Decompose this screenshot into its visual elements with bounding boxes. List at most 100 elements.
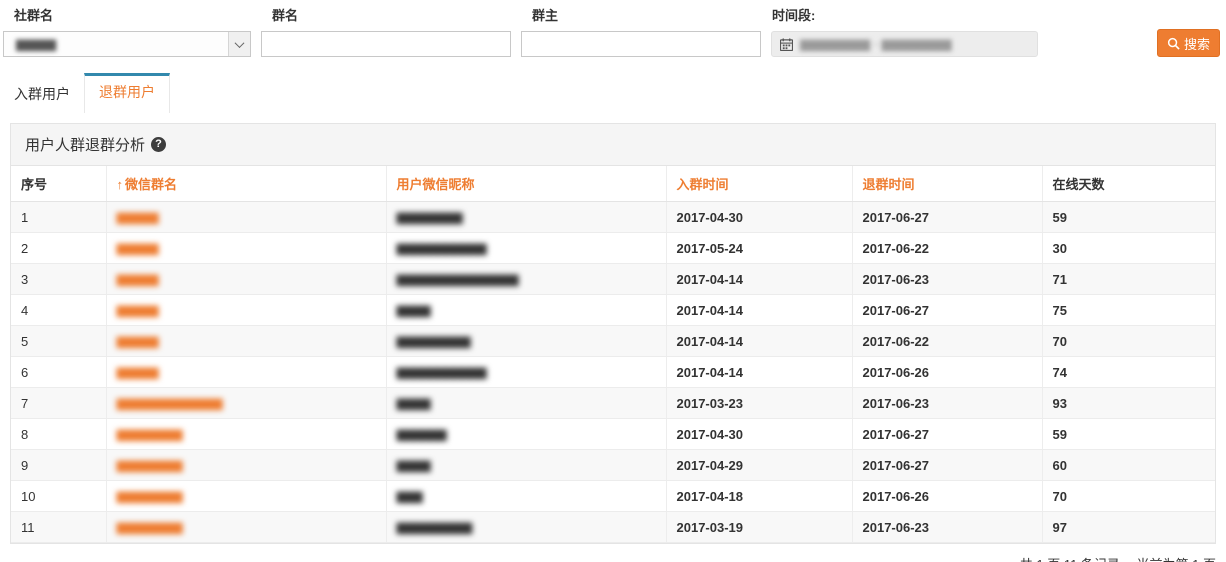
join-date-cell: 2017-04-14 bbox=[665, 356, 852, 388]
leave-date-cell: 2017-06-26 bbox=[851, 480, 1042, 512]
period-date-range-input[interactable]: ▆▆▆▆▆▆▆ - ▆▆▆▆▆▆▆ bbox=[771, 31, 1038, 57]
col-header-index: 序号 bbox=[11, 166, 106, 202]
table-row: 9 ▆▆▆▆▆▆▆▆ ▆▆▆▆ 2017-04-29 2017-06-27 60 bbox=[11, 449, 1215, 481]
calendar-icon bbox=[780, 37, 793, 51]
table-row: 5 ▆▆▆▆▆ ▆▆▆▆▆▆▆▆▆ 2017-04-14 2017-06-22 70 bbox=[11, 325, 1215, 357]
tab-bar: 入群用户 退群用户 bbox=[0, 73, 1226, 113]
col-header-nickname[interactable]: 用户微信昵称 bbox=[385, 166, 666, 202]
owner-input[interactable] bbox=[521, 31, 761, 57]
group-name-link[interactable]: ▆▆▆▆▆▆▆▆ bbox=[117, 457, 183, 472]
nickname-cell: ▆▆▆ bbox=[385, 480, 666, 512]
nickname-cell: ▆▆▆ ▆▆▆▆▆▆ bbox=[385, 511, 666, 543]
group-name-link[interactable]: ▆▆▆▆▆ bbox=[117, 364, 159, 379]
online-days-cell: 59 bbox=[1041, 201, 1215, 233]
nickname-cell: ▆▆▆▆▆▆▆▆▆ bbox=[385, 325, 666, 357]
online-days-cell: 97 bbox=[1041, 511, 1215, 543]
online-days-cell: 70 bbox=[1041, 480, 1215, 512]
leave-date-cell: 2017-06-27 bbox=[851, 294, 1042, 326]
group-name-link[interactable]: ▆▆▆▆▆▆▆▆ bbox=[117, 426, 183, 441]
row-number-cell: 10 bbox=[11, 480, 106, 512]
group-name-cell: ▆▆▆▆▆▆▆▆▆▆▆▆▆ bbox=[105, 387, 386, 419]
group-name-cell: ▆▆▆▆▆ bbox=[105, 201, 386, 233]
nickname-text: ▆▆▆▆▆▆▆▆▆▆▆ bbox=[396, 364, 487, 379]
nickname-text: ▆▆▆▆ bbox=[396, 395, 431, 410]
group-name-cell: ▆▆▆▆▆ bbox=[105, 232, 386, 264]
row-number-cell: 6 bbox=[11, 356, 106, 388]
join-date-cell: 2017-05-24 bbox=[665, 232, 852, 264]
join-date-cell: 2017-03-19 bbox=[665, 511, 852, 543]
group-name-cell: ▆▆▆▆▆▆▆▆ bbox=[105, 480, 386, 512]
table-row: 1 ▆▆▆▆▆ ▆▆▆▆▆▆▆▆ 2017-04-30 2017-06-27 59 bbox=[11, 201, 1215, 233]
col-header-group-name[interactable]: ↑ 微信群名 bbox=[105, 166, 386, 202]
pagination-summary: 共 1 页 11 条记录 ，当前为第 1 页 bbox=[10, 554, 1216, 562]
table-row: 7 ▆▆▆▆▆▆▆▆▆▆▆▆▆ ▆▆▆▆ 2017-03-23 2017-06-23 93 bbox=[11, 387, 1215, 419]
leave-date-cell: 2017-06-22 bbox=[851, 325, 1042, 357]
period-value: ▆▆▆▆▆▆▆ - ▆▆▆▆▆▆▆ bbox=[800, 36, 952, 51]
nickname-text: ▆▆▆ bbox=[396, 488, 423, 503]
table-row: 10 ▆▆▆▆▆▆▆▆ ▆▆▆ 2017-04-18 2017-06-26 70 bbox=[11, 480, 1215, 512]
row-number-cell: 11 bbox=[11, 511, 106, 543]
group-name-link[interactable]: ▆▆▆▆▆ bbox=[117, 271, 159, 286]
online-days-cell: 93 bbox=[1041, 387, 1215, 419]
group-name-cell: ▆▆▆▆▆▆▆▆ bbox=[105, 511, 386, 543]
nickname-cell: ▆▆▆▆▆▆▆▆ bbox=[385, 201, 666, 233]
nickname-cell: ▆▆▆▆▆▆ bbox=[385, 418, 666, 450]
group-name-link[interactable]: ▆▆▆▆▆ bbox=[117, 333, 159, 348]
panel-title: 用户人群退群分析 bbox=[25, 137, 146, 154]
col-header-leave-date[interactable]: 退群时间 bbox=[851, 166, 1042, 202]
online-days-cell: 74 bbox=[1041, 356, 1215, 388]
group-name-cell: ▆▆▆▆▆ bbox=[105, 294, 386, 326]
join-date-cell: 2017-04-14 bbox=[665, 325, 852, 357]
col-header-join-date[interactable]: 入群时间 bbox=[665, 166, 852, 202]
join-date-cell: 2017-04-30 bbox=[665, 201, 852, 233]
leave-date-cell: 2017-06-26 bbox=[851, 356, 1042, 388]
group-name-link[interactable]: ▆▆▆▆▆ bbox=[117, 209, 159, 224]
filter-bar: 社群名 ▆▆▆▆ 群名 群主 时间段: ▆▆▆▆▆▆▆ - ▆▆▆▆▆▆▆ 搜索 bbox=[0, 0, 1226, 57]
nickname-text: ▆▆▆▆▆▆▆▆▆▆▆ bbox=[396, 240, 487, 255]
select-dropdown-button[interactable] bbox=[228, 32, 250, 56]
group-name-cell: ▆▆▆▆▆ bbox=[105, 263, 386, 295]
nickname-text: ▆▆▆▆▆▆▆▆▆▆▆▆▆▆▆ bbox=[396, 271, 519, 286]
table-row: 6 ▆▆▆▆▆ ▆▆▆▆▆▆▆▆▆▆▆ 2017-04-14 2017-06-26 74 bbox=[11, 356, 1215, 388]
period-label: 时间段: bbox=[772, 8, 816, 23]
nickname-cell: ▆▆▆▆ bbox=[385, 387, 666, 419]
group-name-cell: ▆▆▆▆▆ bbox=[105, 325, 386, 357]
leave-analysis-panel: 用户人群退群分析 ? 序号 ↑ 微信群名 用户微信昵称 入群时间 退群时间 在线天… bbox=[10, 123, 1216, 544]
table-row: 11 ▆▆▆▆▆▆▆▆ ▆▆▆ ▆▆▆▆▆▆ 2017-03-19 2017-06-23… bbox=[11, 511, 1215, 543]
row-number-cell: 5 bbox=[11, 325, 106, 357]
online-days-cell: 60 bbox=[1041, 449, 1215, 481]
online-days-cell: 70 bbox=[1041, 325, 1215, 357]
nickname-text: ▆▆▆▆ bbox=[396, 457, 431, 472]
group-name-link[interactable]: ▆▆▆▆▆ bbox=[117, 302, 159, 317]
nickname-cell: ▆▆▆▆ bbox=[385, 449, 666, 481]
tab-leave-users[interactable]: 退群用户 bbox=[84, 73, 170, 113]
group-name-cell: ▆▆▆▆▆▆▆▆ bbox=[105, 449, 386, 481]
leave-date-cell: 2017-06-23 bbox=[851, 263, 1042, 295]
nickname-cell: ▆▆▆▆ bbox=[385, 294, 666, 326]
community-select[interactable]: ▆▆▆▆ bbox=[3, 31, 251, 57]
search-button-label: 搜索 bbox=[1183, 36, 1210, 52]
table-row: 8 ▆▆▆▆▆▆▆▆ ▆▆▆▆▆▆ 2017-04-30 2017-06-27 59 bbox=[11, 418, 1215, 450]
table-row: 4 ▆▆▆▆▆ ▆▆▆▆ 2017-04-14 2017-06-27 75 bbox=[11, 294, 1215, 326]
leave-date-cell: 2017-06-27 bbox=[851, 418, 1042, 450]
nickname-text: ▆▆▆▆ bbox=[396, 302, 431, 317]
table-row: 3 ▆▆▆▆▆ ▆▆▆▆▆▆▆▆▆▆▆▆▆▆▆ 2017-04-14 2017-06-2… bbox=[11, 263, 1215, 295]
group-name-link[interactable]: ▆▆▆▆▆ bbox=[117, 240, 159, 255]
nickname-text: ▆▆▆ ▆▆▆▆▆▆ bbox=[396, 519, 473, 534]
search-icon bbox=[1167, 37, 1180, 50]
group-name-link[interactable]: ▆▆▆▆▆▆▆▆▆▆▆▆▆ bbox=[117, 395, 223, 410]
filter-owner: 群主 bbox=[521, 8, 761, 57]
search-button[interactable]: 搜索 bbox=[1156, 29, 1220, 57]
tab-join-users[interactable]: 入群用户 bbox=[0, 73, 84, 113]
join-date-cell: 2017-04-14 bbox=[665, 263, 852, 295]
leave-date-cell: 2017-06-22 bbox=[851, 232, 1042, 264]
group-name-link[interactable]: ▆▆▆▆▆▆▆▆ bbox=[117, 519, 183, 534]
group-name-link[interactable]: ▆▆▆▆▆▆▆▆ bbox=[117, 488, 183, 503]
help-icon[interactable]: ? bbox=[151, 137, 167, 152]
online-days-cell: 75 bbox=[1041, 294, 1215, 326]
nickname-cell: ▆▆▆▆▆▆▆▆▆▆▆ bbox=[385, 356, 666, 388]
leave-users-table: 序号 ↑ 微信群名 用户微信昵称 入群时间 退群时间 在线天数 1 ▆▆▆▆▆ ▆▆▆… bbox=[11, 166, 1215, 543]
online-days-cell: 30 bbox=[1041, 232, 1215, 264]
group-name-input[interactable] bbox=[261, 31, 511, 57]
community-label: 社群名 bbox=[14, 8, 54, 23]
